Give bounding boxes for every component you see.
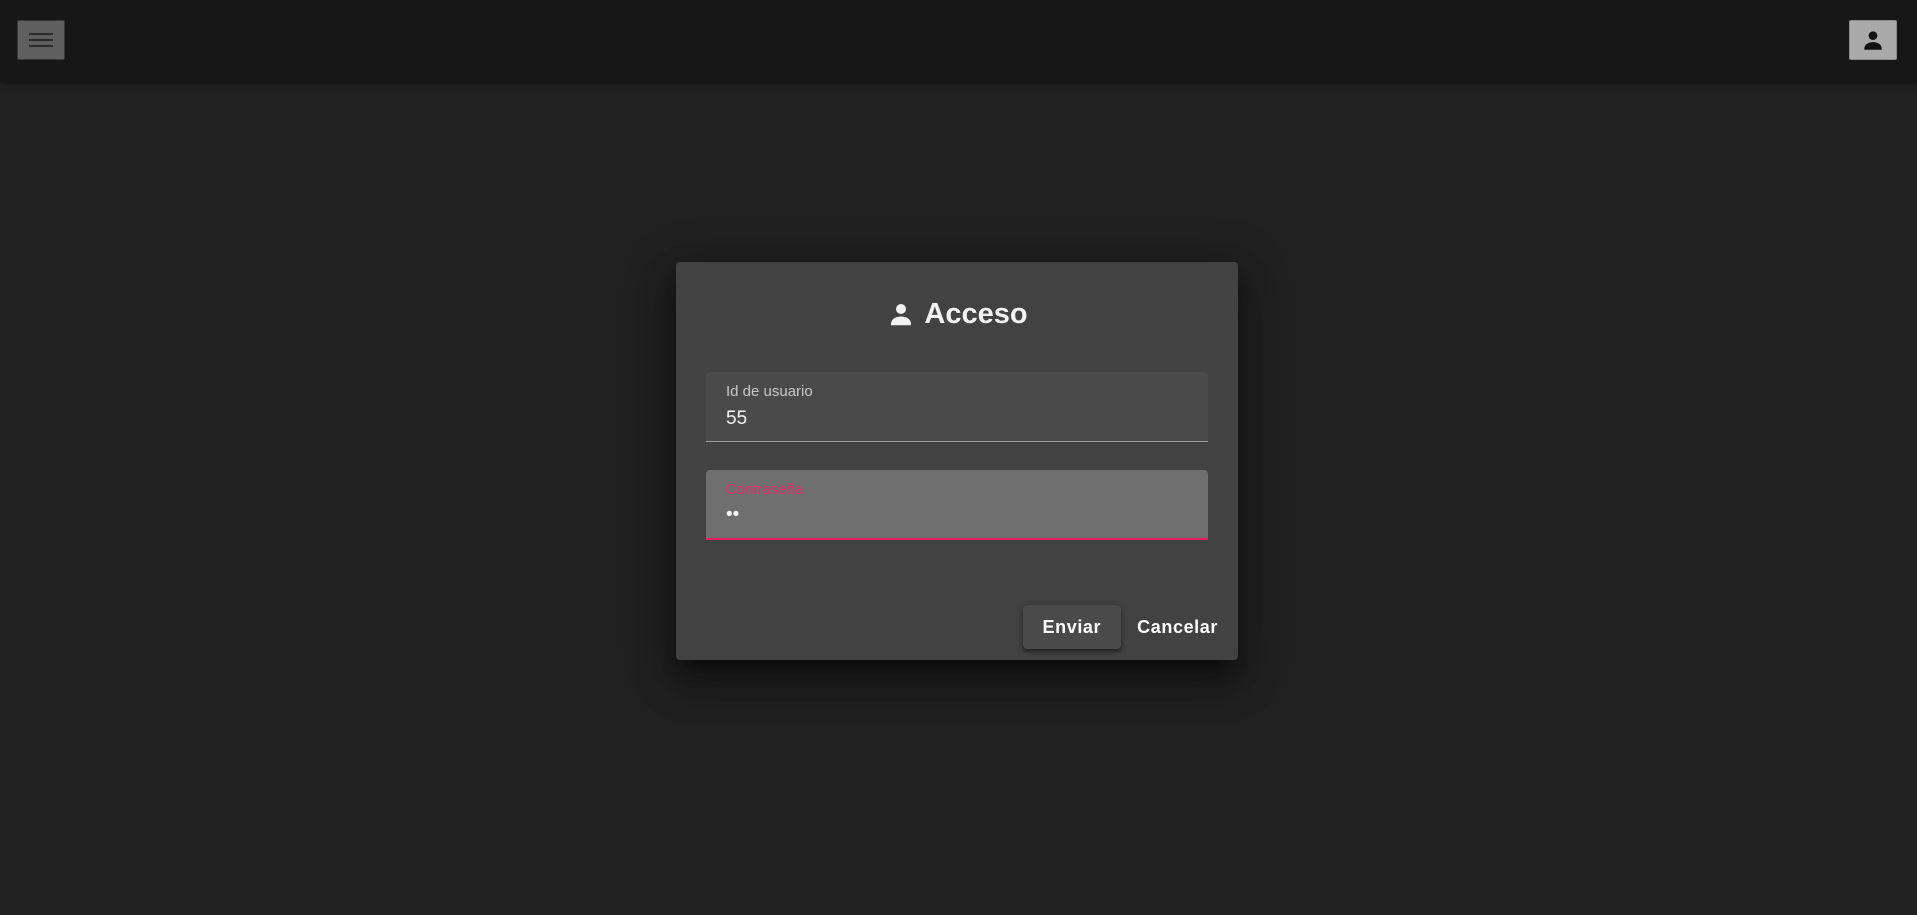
menu-button[interactable] [17, 20, 65, 60]
cancel-button[interactable]: Cancelar [1129, 605, 1218, 649]
dialog-title-text: Acceso [924, 297, 1028, 330]
person-icon [1864, 31, 1882, 50]
person-icon [891, 304, 912, 326]
user-id-label: Id de usuario [726, 383, 813, 400]
user-id-input[interactable] [726, 406, 1186, 432]
user-id-field[interactable]: Id de usuario [706, 372, 1208, 442]
password-input[interactable]: •• [726, 504, 1186, 530]
submit-button[interactable]: Enviar [1022, 605, 1122, 649]
account-button[interactable] [1849, 20, 1897, 60]
password-field[interactable]: Contraseña •• [706, 470, 1208, 540]
dialog-title: Acceso [676, 292, 1238, 336]
dialog-actions: Enviar Cancelar [1022, 605, 1218, 649]
top-toolbar [0, 0, 1917, 82]
menu-icon [29, 33, 53, 47]
password-label: Contraseña [726, 481, 804, 498]
login-dialog: Acceso Id de usuario Contraseña •• Envia… [676, 262, 1238, 660]
